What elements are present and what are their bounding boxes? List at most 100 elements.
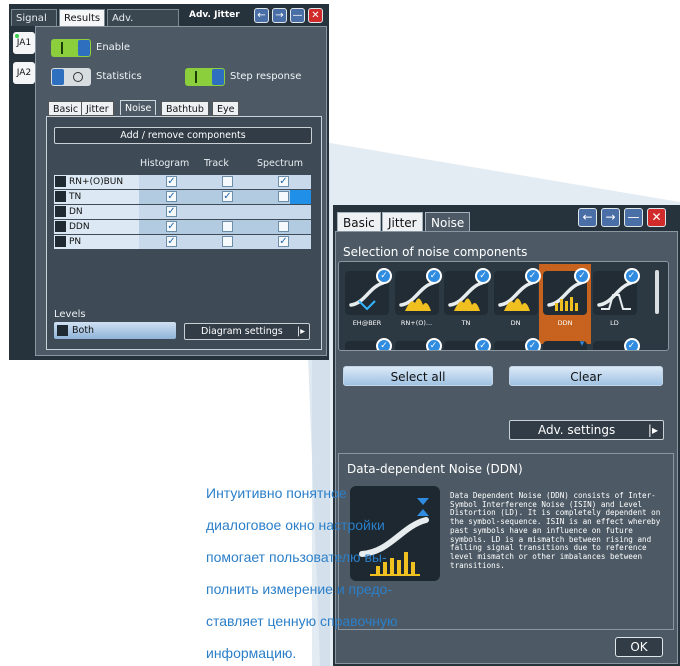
arrow-left-icon[interactable]: ← <box>254 8 269 23</box>
subtab-jitter[interactable]: Jitter <box>81 101 114 116</box>
component-tile[interactable]: ✓ DDN <box>543 268 590 340</box>
caption-line: информацию. <box>206 645 297 661</box>
statistics-toggle[interactable] <box>51 68 91 86</box>
histogram-checkbox[interactable]: ✓ <box>166 191 177 202</box>
row-cells <box>139 205 311 219</box>
component-tile[interactable]: ✓ RN+(O)... <box>394 268 442 340</box>
close-icon[interactable]: ✕ <box>308 8 323 23</box>
tab-signal[interactable]: Signal <box>11 9 57 26</box>
table-row: TN ✓ ✓ <box>54 190 311 204</box>
component-tile[interactable]: ▾ <box>543 338 587 350</box>
select-all-button[interactable]: Select all <box>343 366 493 386</box>
subtab-bathtub[interactable]: Bathtub <box>161 101 209 116</box>
minimize-icon[interactable]: — <box>290 8 305 23</box>
ddn-large-icon <box>350 486 440 581</box>
step-response-label: Step response <box>230 71 302 82</box>
component-caption: DDN <box>557 319 573 327</box>
adv-settings-button[interactable]: Adv. settings |▸ <box>509 420 664 440</box>
component-caption: DN <box>510 319 521 327</box>
row-label[interactable]: DDN <box>54 220 139 234</box>
dialog-title: Adv. Jitter <box>189 10 240 20</box>
spectrum-checkbox[interactable] <box>278 221 289 232</box>
check-badge-icon: ✓ <box>425 268 442 284</box>
enable-toggle[interactable] <box>51 39 91 57</box>
info-title: Data-dependent Noise (DDN) <box>347 462 523 476</box>
tab-results[interactable]: Results <box>59 9 105 26</box>
diagram-settings-label: Diagram settings <box>201 326 283 337</box>
table-row: RN+(O)BUN ✓ ✓ <box>54 175 311 189</box>
component-tile[interactable]: ✓ <box>444 338 491 350</box>
tab-jitter[interactable]: Jitter <box>382 212 423 232</box>
component-icon <box>55 206 66 217</box>
track-checkbox[interactable] <box>222 236 233 247</box>
row-label[interactable]: TN <box>54 190 139 204</box>
histogram-checkbox[interactable]: ✓ <box>166 236 177 247</box>
component-tile[interactable]: ✓ <box>493 338 541 350</box>
check-badge-icon: ✓ <box>425 338 442 350</box>
histogram-checkbox[interactable]: ✓ <box>166 206 177 217</box>
table-row: PN ✓ ✓ <box>54 235 311 249</box>
arrow-down-icon: ▾ <box>579 339 585 349</box>
side-tab-label: JA1 <box>16 38 32 48</box>
spectrum-checkbox[interactable]: ✓ <box>278 236 289 247</box>
component-caption: TN <box>461 319 471 327</box>
row-label[interactable]: PN <box>54 235 139 249</box>
track-checkbox[interactable] <box>222 176 233 187</box>
component-tile[interactable]: ✓ EH@BER <box>345 268 392 340</box>
component-tile[interactable]: ✓ <box>345 338 392 350</box>
step-response-toggle[interactable] <box>185 68 225 86</box>
levels-value: Both <box>72 325 95 336</box>
chevron-right-icon: |▸ <box>647 423 658 437</box>
check-badge-icon: ✓ <box>623 268 640 284</box>
spectrum-checkbox[interactable] <box>278 191 289 202</box>
caption-line: диалоговое окно настройки <box>206 517 385 533</box>
arrow-left-icon[interactable]: ← <box>578 208 597 227</box>
tab-noise[interactable]: Noise <box>425 212 471 232</box>
levels-select[interactable]: Both <box>54 322 176 339</box>
clear-button[interactable]: Clear <box>509 366 663 386</box>
section-title: Selection of noise components <box>343 245 528 259</box>
row-label-text: TN <box>69 192 82 202</box>
side-tab-ja2[interactable]: JA2 <box>13 62 35 84</box>
row-label[interactable]: DN <box>54 205 139 219</box>
tab-basic[interactable]: Basic <box>337 212 381 232</box>
adv-jitter-dialog: Signal Results Adv. settings Adv. Jitter… <box>9 4 329 360</box>
component-icon <box>55 176 66 187</box>
component-tile[interactable]: ✓ <box>592 338 640 350</box>
arrow-right-icon[interactable]: → <box>601 208 620 227</box>
subtab-noise[interactable]: Noise <box>120 100 157 115</box>
component-tile[interactable]: ✓ <box>394 338 442 350</box>
component-caption: RN+(O)... <box>400 319 433 327</box>
table-row: DDN ✓ <box>54 220 311 234</box>
component-tile[interactable]: ✓ DN <box>493 268 541 340</box>
side-tab-ja1[interactable]: JA1 <box>13 32 35 54</box>
close-icon[interactable]: ✕ <box>647 208 666 227</box>
row-label-text: PN <box>69 237 82 247</box>
component-tile[interactable]: ✓ LD <box>592 268 640 340</box>
minimize-icon[interactable]: — <box>624 208 643 227</box>
side-tab-label: JA2 <box>16 68 32 78</box>
scrollbar[interactable] <box>655 270 659 314</box>
column-histogram: Histogram <box>140 158 190 169</box>
diagram-settings-button[interactable]: Diagram settings |▸ <box>184 323 310 340</box>
chevron-right-icon: |▸ <box>297 326 305 337</box>
check-badge-icon: ✓ <box>524 268 541 284</box>
ok-button[interactable]: OK <box>615 637 663 657</box>
component-tile[interactable]: ✓ TN <box>444 268 491 340</box>
components-grid: ✓ EH@BER ✓ RN+(O)... ✓ TN ✓ DN ✓ DDN ✓ LD ✓ ✓ ✓ ✓ ▾ ✓ <box>338 261 669 351</box>
subtab-eye[interactable]: Eye <box>212 101 240 116</box>
subtab-basic[interactable]: Basic <box>48 101 84 116</box>
histogram-checkbox[interactable]: ✓ <box>166 176 177 187</box>
spectrum-checkbox[interactable]: ✓ <box>278 176 289 187</box>
focused-cell <box>290 190 311 204</box>
component-icon <box>55 221 66 232</box>
histogram-checkbox[interactable]: ✓ <box>166 221 177 232</box>
row-label[interactable]: RN+(O)BUN <box>54 175 139 189</box>
table-row: DN ✓ <box>54 205 311 219</box>
status-dot <box>15 34 19 38</box>
arrow-right-icon[interactable]: → <box>272 8 287 23</box>
add-remove-components-button[interactable]: Add / remove components <box>54 127 312 144</box>
tab-adv-settings[interactable]: Adv. settings <box>107 9 179 41</box>
track-checkbox[interactable] <box>222 221 233 232</box>
track-checkbox[interactable]: ✓ <box>222 191 233 202</box>
